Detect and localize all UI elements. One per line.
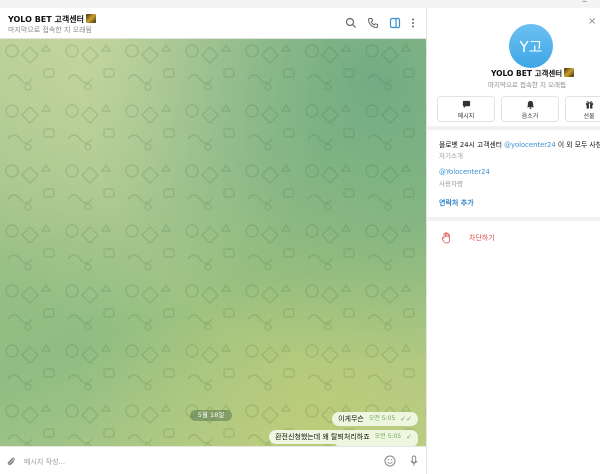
profile-name: YOLO BET 고객센터 <box>491 68 575 79</box>
message-button-label: 메시지 <box>457 113 475 120</box>
gift-button[interactable]: 선물 <box>565 96 600 122</box>
microphone-icon[interactable] <box>408 455 420 467</box>
mute-button[interactable]: 음소거 <box>501 96 559 122</box>
avatar[interactable]: Y고 <box>509 24 553 68</box>
verified-gold-icon <box>564 68 575 77</box>
username[interactable]: @Yolocenter24 <box>439 168 490 176</box>
divider <box>427 126 600 130</box>
block-user-button[interactable]: 차단하기 <box>439 231 589 245</box>
message-icon <box>462 100 470 109</box>
message-bubble[interactable]: 이게무슨 오전 5:05 ✓✓ <box>332 412 418 426</box>
chat-status: 마지막으로 접속한 지 오래됨 <box>8 26 92 34</box>
bio-link[interactable]: @yolocenter24 <box>504 141 556 149</box>
sidebar-toggle-icon[interactable] <box>388 16 402 30</box>
window-titlebar: – <box>0 0 600 8</box>
chat-wallpaper: 5월 18일 저기요.. 오전 5:05 ✓✓ <box>0 39 426 447</box>
more-icon[interactable] <box>406 16 420 30</box>
block-label: 차단하기 <box>469 234 495 242</box>
profile-name-text: YOLO BET 고객센터 <box>491 69 563 78</box>
bio-text: 욜로벳 24시 고객센터 @yolocenter24 이 외 모두 사칭 <box>439 139 600 149</box>
bell-icon <box>526 100 534 109</box>
add-contact-link[interactable]: 연락처 추가 <box>439 198 474 208</box>
message-time: 오전 5:05 <box>368 415 396 422</box>
read-check-icon: ✓✓ <box>400 415 412 423</box>
emoji-icon[interactable] <box>384 455 396 467</box>
phone-icon[interactable] <box>366 16 380 30</box>
message-input[interactable]: 메시지 작성... <box>24 457 65 467</box>
message-time: 오전 5:05 <box>374 433 402 440</box>
search-icon[interactable] <box>344 16 358 30</box>
chat-title[interactable]: YOLO BET 고객센터 <box>8 14 96 25</box>
date-separator: 5월 18일 <box>190 410 232 421</box>
message-composer: 메시지 작성... <box>0 446 426 474</box>
chat-title-text: YOLO BET 고객센터 <box>8 15 84 24</box>
message-bubble[interactable]: 환전신청했는데 왜 탈퇴처리하죠 오전 5:05 ✓ <box>269 430 418 444</box>
bio-label: 자기소개 <box>439 152 463 160</box>
close-panel-button[interactable]: × <box>588 16 596 27</box>
divider <box>427 217 600 221</box>
message-text: 환전신청했는데 왜 탈퇴처리하죠 <box>275 433 370 441</box>
profile-status: 마지막으로 접속한 지 오래됨 <box>488 81 566 89</box>
message-text: 이게무슨 <box>338 415 364 423</box>
hand-stop-icon <box>441 232 450 244</box>
chat-area: YOLO BET 고객센터 마지막으로 접속한 지 오래됨 5월 18일 이게무… <box>0 8 426 474</box>
verified-gold-icon <box>85 14 96 23</box>
message-button[interactable]: 메시지 <box>437 96 495 122</box>
username-label: 사용자명 <box>439 180 463 188</box>
attach-icon[interactable] <box>6 456 16 466</box>
gift-button-label: 선물 <box>583 113 595 120</box>
minimize-button[interactable]: – <box>582 0 587 7</box>
bio-suffix: 이 외 모두 사칭 <box>555 141 600 149</box>
doodle-pattern <box>0 39 426 447</box>
gift-icon <box>585 101 593 109</box>
sent-check-icon: ✓ <box>406 433 412 441</box>
profile-panel: × Y고 YOLO BET 고객센터 마지막으로 접속한 지 오래됨 메시지 음… <box>426 8 600 474</box>
mute-button-label: 음소거 <box>521 113 539 120</box>
bio-prefix: 욜로벳 24시 고객센터 <box>439 141 505 149</box>
chat-header[interactable]: YOLO BET 고객센터 마지막으로 접속한 지 오래됨 <box>0 8 426 39</box>
